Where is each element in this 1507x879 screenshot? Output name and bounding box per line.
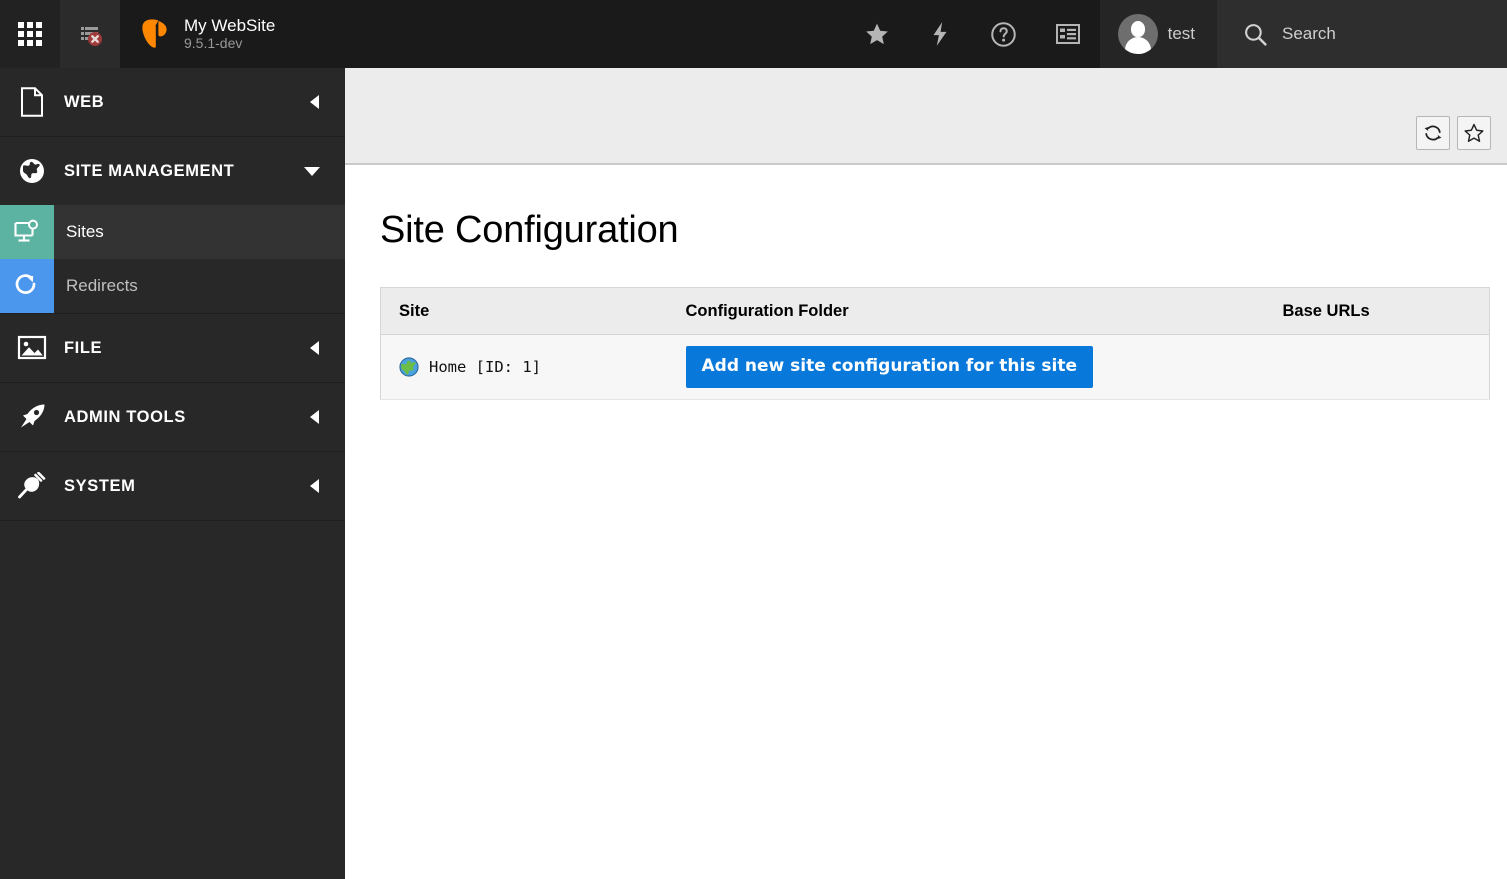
system-information-button[interactable] bbox=[1036, 0, 1100, 68]
module-group-system: SYSTEM bbox=[0, 452, 345, 521]
table-row: Home [ID: 1] Add new site configuration … bbox=[380, 334, 1490, 400]
user-menu-button[interactable]: test bbox=[1099, 0, 1217, 68]
column-header-configuration-folder: Configuration Folder bbox=[667, 287, 1265, 335]
module-group-site-management: SITE MANAGEMENT Sites Redirects bbox=[0, 137, 345, 314]
site-name: My WebSite bbox=[184, 15, 276, 35]
workspaces-button[interactable] bbox=[909, 0, 971, 68]
help-button[interactable] bbox=[971, 0, 1036, 68]
clear-cache-icon bbox=[81, 27, 102, 46]
bookmarks-button[interactable] bbox=[845, 0, 909, 68]
user-avatar-icon bbox=[1117, 14, 1158, 54]
sidebar-label-redirects: Redirects bbox=[66, 276, 138, 295]
add-new-site-configuration-button[interactable]: Add new site configuration for this site bbox=[685, 346, 1094, 388]
globe-icon bbox=[0, 157, 64, 185]
sidebar-item-admin-tools[interactable]: ADMIN TOOLS bbox=[0, 383, 345, 451]
search-box[interactable]: Search bbox=[1217, 0, 1507, 68]
caret-left-icon bbox=[310, 479, 319, 493]
page-title: Site Configuration bbox=[380, 209, 679, 251]
column-header-base-urls: Base URLs bbox=[1264, 287, 1490, 335]
list-panel-icon bbox=[1055, 24, 1080, 44]
sidebar-item-file[interactable]: FILE bbox=[0, 314, 345, 382]
caret-left-icon bbox=[310, 410, 319, 424]
site-branding[interactable]: My WebSite 9.5.1-dev bbox=[120, 0, 345, 68]
refresh-icon bbox=[1424, 125, 1442, 141]
caret-left-icon bbox=[310, 341, 319, 355]
sidebar-label-file: FILE bbox=[64, 338, 103, 357]
module-body: Site Configuration Site Configuration Fo… bbox=[345, 165, 1507, 400]
table-body: Home [ID: 1] Add new site configuration … bbox=[380, 334, 1490, 400]
site-configuration-table: Site Configuration Folder Base URLs Home… bbox=[380, 287, 1490, 400]
question-circle-icon bbox=[990, 21, 1016, 47]
globe-earth-icon bbox=[399, 357, 419, 377]
refresh-arrow-icon bbox=[0, 259, 54, 313]
cell-base-urls bbox=[1264, 334, 1490, 400]
sidebar-label-web: WEB bbox=[64, 92, 105, 111]
username-label: test bbox=[1167, 24, 1195, 43]
module-content: Site Configuration Site Configuration Fo… bbox=[345, 68, 1507, 879]
module-group-admin-tools: ADMIN TOOLS bbox=[0, 383, 345, 452]
caret-left-icon bbox=[310, 95, 319, 109]
clear-cache-button[interactable] bbox=[60, 0, 120, 68]
table-header-row: Site Configuration Folder Base URLs bbox=[380, 287, 1490, 335]
grid-menu-icon bbox=[18, 22, 42, 46]
sidebar-item-sites[interactable]: Sites bbox=[0, 205, 345, 259]
module-menu-sidebar: WEB SITE MANAGEMENT Sites Redirects FILE… bbox=[0, 68, 345, 879]
top-toolbar: My WebSite 9.5.1-dev test Search bbox=[0, 0, 1507, 68]
sidebar-label-system: SYSTEM bbox=[64, 476, 136, 495]
sidebar-label-admin-tools: ADMIN TOOLS bbox=[64, 407, 186, 426]
site-title: Home [ID: 1] bbox=[429, 357, 541, 376]
monitor-gear-icon bbox=[0, 205, 54, 259]
star-outline-icon bbox=[1464, 123, 1484, 142]
column-header-site: Site bbox=[380, 287, 668, 335]
module-group-file: FILE bbox=[0, 314, 345, 383]
toolbar-actions: test Search bbox=[845, 0, 1507, 68]
sidebar-item-web[interactable]: WEB bbox=[0, 68, 345, 136]
reload-button[interactable] bbox=[1416, 116, 1450, 150]
typo3-backend: My WebSite 9.5.1-dev test Search WEB SIT… bbox=[0, 0, 1507, 879]
sidebar-item-redirects[interactable]: Redirects bbox=[0, 259, 345, 313]
power-plug-icon bbox=[0, 472, 64, 500]
search-icon bbox=[1245, 23, 1267, 46]
module-group-web: WEB bbox=[0, 68, 345, 137]
typo3-version: 9.5.1-dev bbox=[184, 35, 243, 52]
lightning-bolt-icon bbox=[933, 22, 947, 46]
cell-configuration-folder: Add new site configuration for this site bbox=[667, 334, 1265, 400]
image-file-icon bbox=[0, 335, 64, 361]
sidebar-label-sites: Sites bbox=[66, 222, 104, 241]
caret-down-icon bbox=[304, 166, 320, 176]
table-head: Site Configuration Folder Base URLs bbox=[380, 287, 1490, 335]
rocket-icon bbox=[0, 403, 64, 431]
module-menu-toggle-button[interactable] bbox=[0, 0, 60, 68]
cell-site: Home [ID: 1] bbox=[380, 334, 668, 400]
sidebar-item-site-management[interactable]: SITE MANAGEMENT bbox=[0, 137, 345, 205]
bookmark-button[interactable] bbox=[1457, 116, 1491, 150]
typo3-logo-icon bbox=[142, 19, 167, 48]
page-document-icon bbox=[0, 87, 64, 117]
sidebar-label-site-management: SITE MANAGEMENT bbox=[64, 161, 235, 180]
doc-header bbox=[345, 68, 1507, 165]
search-input[interactable]: Search bbox=[1282, 24, 1336, 44]
sidebar-item-system[interactable]: SYSTEM bbox=[0, 452, 345, 520]
star-icon bbox=[865, 23, 888, 45]
